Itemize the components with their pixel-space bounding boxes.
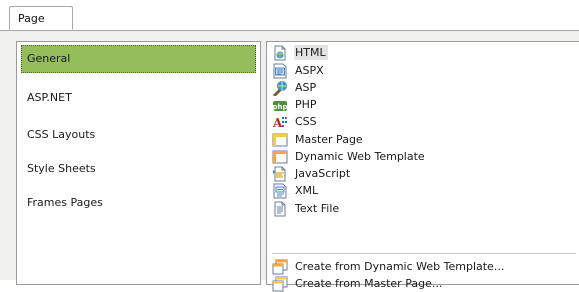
text-file-icon (272, 201, 288, 217)
svg-text:php: php (272, 103, 287, 111)
xml-file-icon (272, 183, 288, 199)
create-from-dwt-icon (272, 259, 288, 275)
template-item-asp[interactable]: ASP (272, 79, 572, 96)
template-label: CSS (295, 115, 317, 128)
create-from-master-page[interactable]: Create from Master Page... (272, 275, 572, 292)
template-label: Dynamic Web Template (295, 150, 425, 163)
new-page-panel: General ASP.NET CSS Layouts Style Sheets… (0, 31, 579, 291)
category-label: Frames Pages (27, 196, 103, 209)
template-list-separator (272, 253, 576, 254)
template-label: HTML (294, 45, 328, 60)
template-item-css[interactable]: A CSS (272, 113, 572, 130)
template-label: JavaScript (295, 167, 351, 180)
template-label: Master Page (295, 133, 363, 146)
template-item-html[interactable]: HTML (272, 44, 572, 61)
tab-page-label: Page (18, 12, 45, 25)
asp-page-icon (272, 80, 288, 96)
category-frames-pages[interactable]: Frames Pages (21, 189, 256, 217)
template-item-dynamic-web-template[interactable]: Dynamic Web Template (272, 148, 572, 165)
template-item-php[interactable]: php PHP (272, 96, 572, 113)
create-from-dynamic-web-template[interactable]: Create from Dynamic Web Template... (272, 258, 572, 275)
template-label: ASPX (295, 64, 324, 77)
category-list[interactable]: General ASP.NET CSS Layouts Style Sheets… (16, 41, 261, 285)
master-page-icon (272, 132, 288, 148)
tab-strip: Page (0, 0, 579, 31)
html-page-icon (272, 45, 288, 61)
php-page-icon: php (272, 97, 288, 113)
aspx-page-icon (272, 63, 288, 79)
template-label: ASP (295, 81, 317, 94)
category-label: General (27, 52, 71, 65)
category-asp-net[interactable]: ASP.NET (21, 84, 256, 112)
create-option-label: Create from Dynamic Web Template... (295, 260, 505, 273)
template-item-javascript[interactable]: JavaScript (272, 165, 572, 182)
javascript-file-icon (272, 166, 288, 182)
css-file-icon: A (272, 114, 288, 130)
template-item-aspx[interactable]: ASPX (272, 62, 572, 79)
tab-page[interactable]: Page (9, 6, 73, 30)
template-label: XML (295, 184, 319, 197)
category-general[interactable]: General (21, 45, 256, 73)
template-list[interactable]: HTML ASPX ASP php PHP A CSS Master Page … (266, 41, 579, 291)
category-label: Style Sheets (27, 162, 96, 175)
template-item-xml[interactable]: XML (272, 182, 572, 199)
create-from-master-page-icon (272, 276, 288, 292)
template-item-text-file[interactable]: Text File (272, 200, 572, 217)
template-label: PHP (295, 98, 317, 111)
svg-text:A: A (272, 116, 283, 130)
create-option-label: Create from Master Page... (295, 277, 443, 290)
template-label: Text File (295, 202, 340, 215)
category-css-layouts[interactable]: CSS Layouts (21, 121, 256, 149)
category-label: ASP.NET (27, 91, 72, 104)
template-item-master-page[interactable]: Master Page (272, 131, 572, 148)
dynamic-web-template-icon (272, 149, 288, 165)
category-style-sheets[interactable]: Style Sheets (21, 155, 256, 183)
category-label: CSS Layouts (27, 128, 96, 141)
